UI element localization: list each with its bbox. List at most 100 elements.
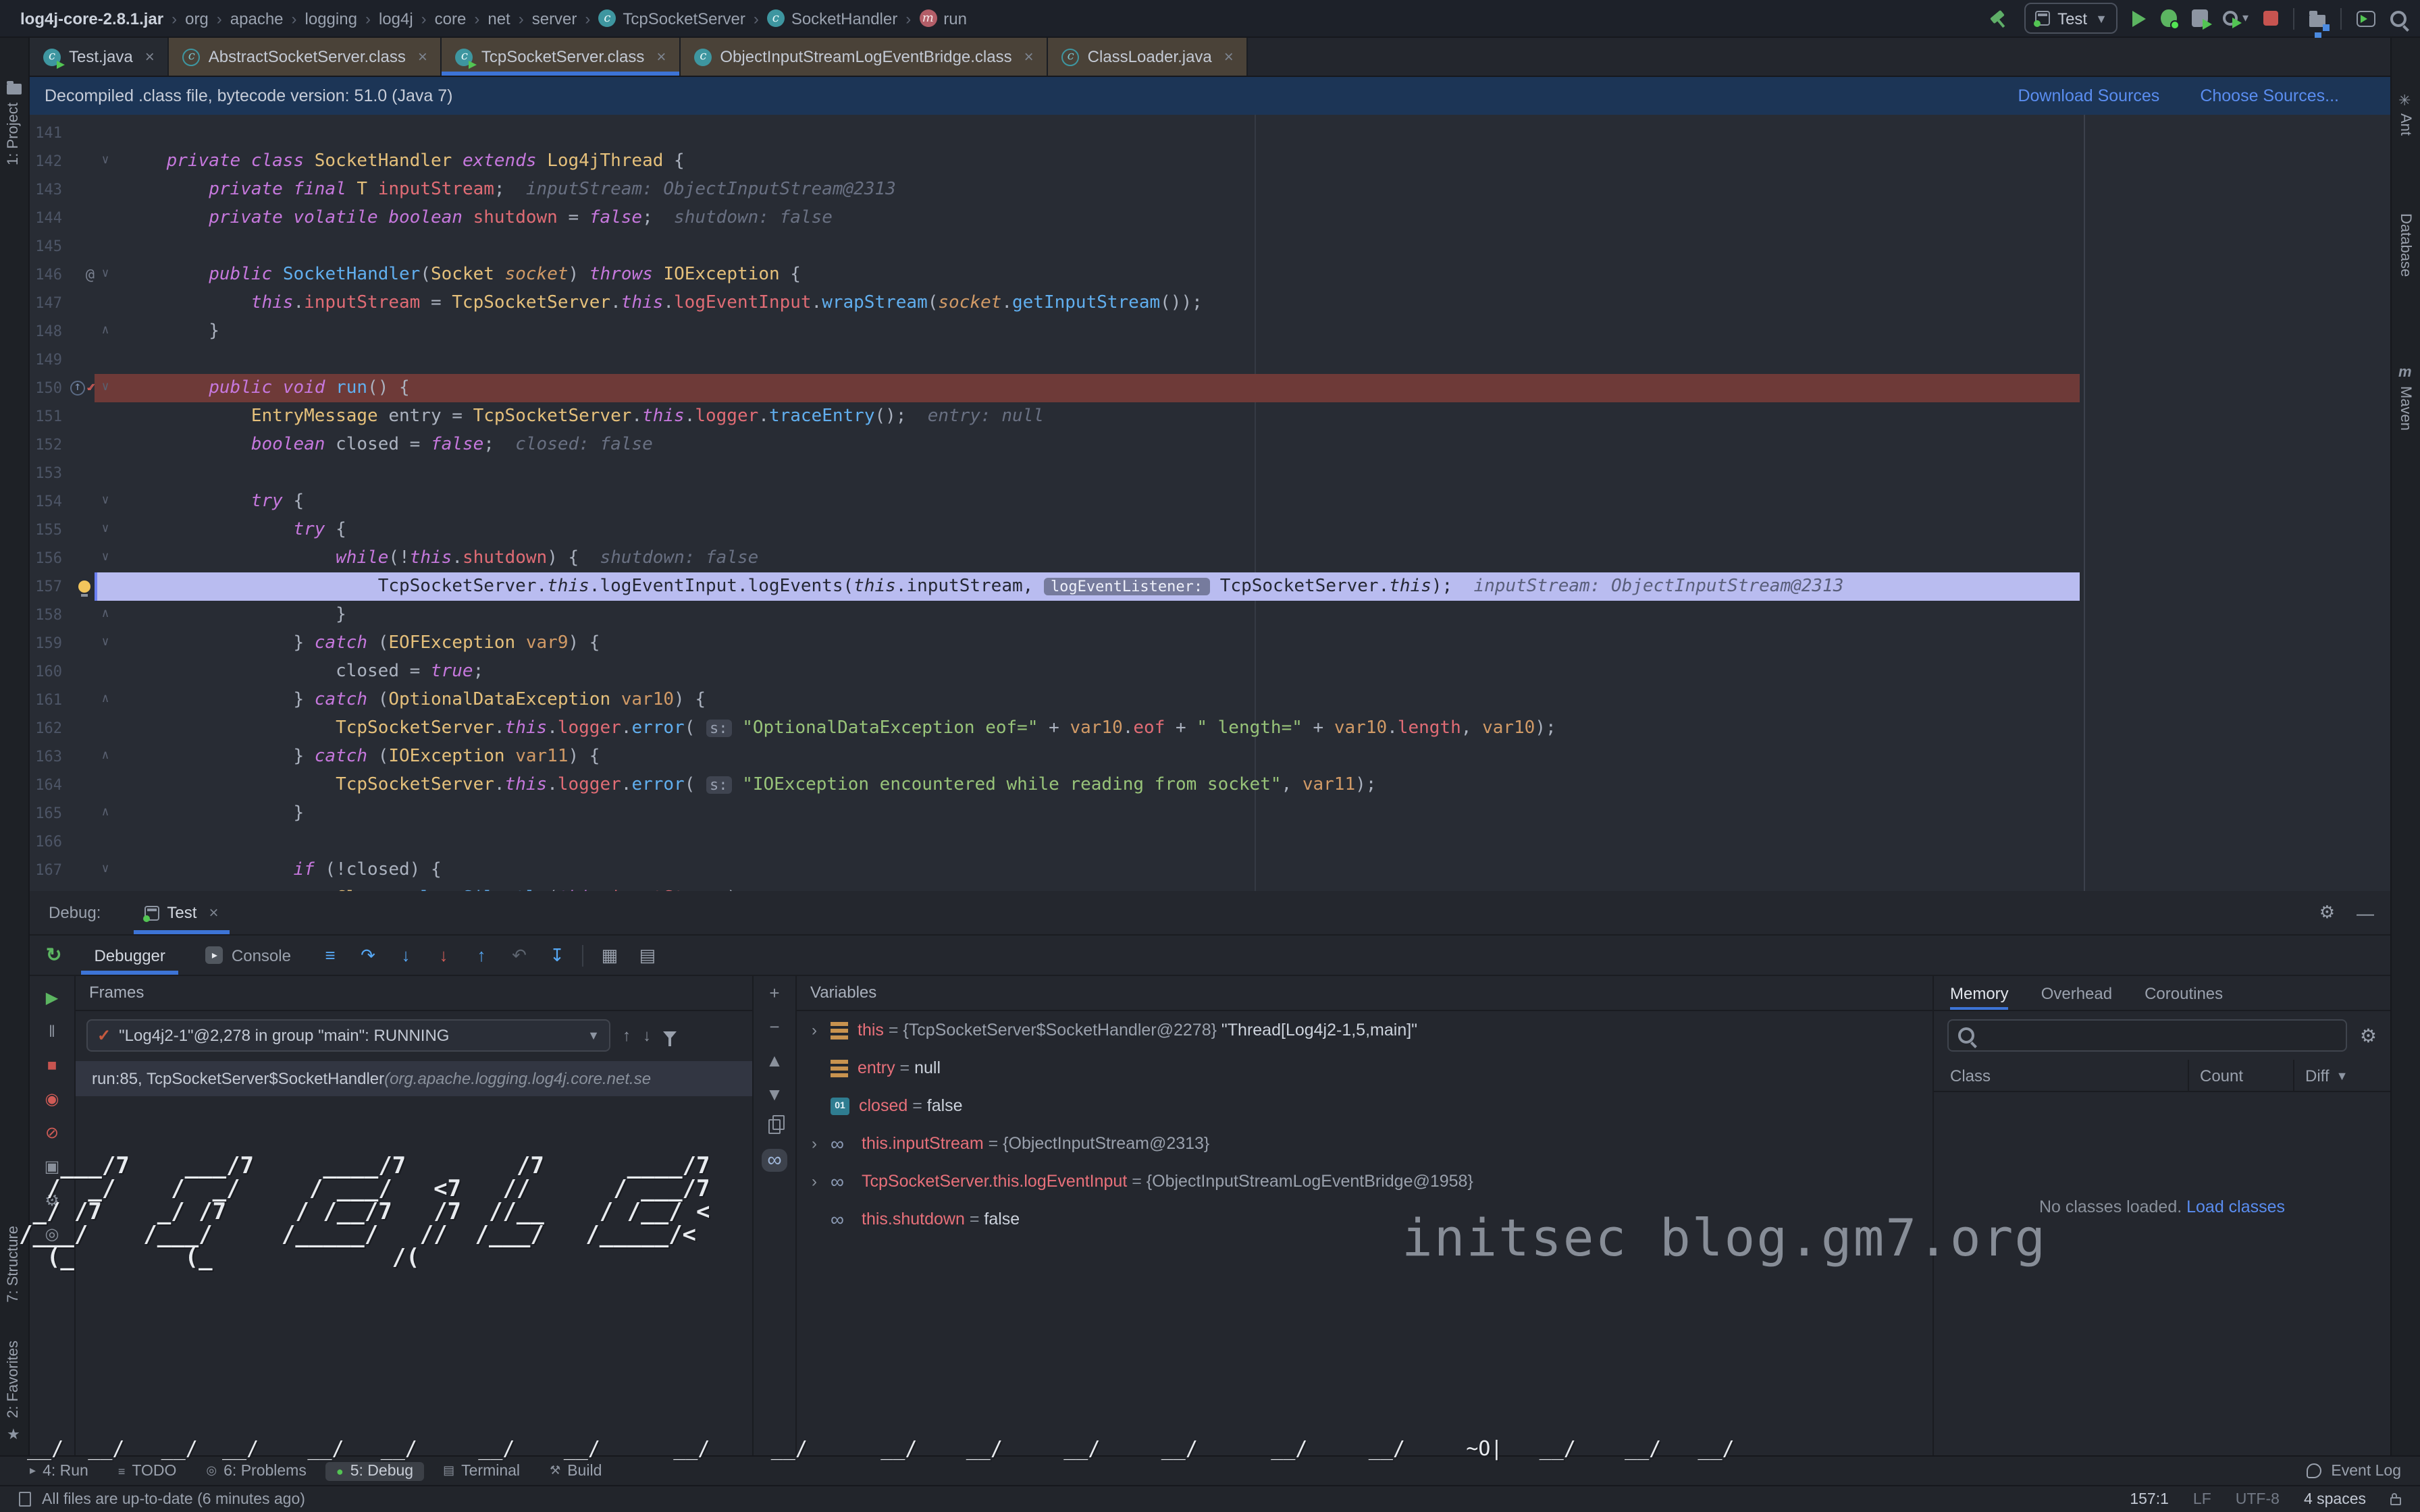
sidebar-item-project[interactable]: 1: Project [5, 103, 22, 165]
editor-tab[interactable]: cClassLoader.java× [1049, 38, 1248, 76]
run-with-coverage-button[interactable] [2192, 9, 2209, 27]
code-text-area[interactable]: TcpSocketServer.this.logger.error( s: "I… [116, 771, 2390, 799]
debug-session-tab[interactable]: Test × [133, 891, 229, 934]
breadcrumb-class[interactable]: cTcpSocketServer [598, 9, 745, 28]
fold-icon[interactable]: ∨ [95, 629, 116, 657]
fold-icon[interactable]: ∧ [95, 317, 116, 346]
sidebar-item-database[interactable]: Database [2397, 213, 2413, 277]
move-watch-down-button[interactable]: ▼ [766, 1085, 783, 1104]
thread-selector[interactable]: ✓ "Log4j2-1"@2,278 in group "main": RUNN… [86, 1019, 610, 1052]
force-step-into-button[interactable]: ↓ [431, 945, 456, 965]
tab-console[interactable]: ▸Console [192, 936, 305, 975]
variable-row[interactable]: entry = null [797, 1049, 1932, 1087]
expand-icon[interactable]: › [808, 1134, 821, 1153]
code-text-area[interactable]: } catch (IOException var11) { [116, 742, 2390, 771]
choose-sources-link[interactable]: Choose Sources... [2200, 86, 2339, 105]
code-text-area[interactable]: try { [116, 516, 2390, 544]
show-watches-button[interactable]: ∞ [762, 1149, 787, 1172]
toolwindow-button[interactable]: ≡TODO [107, 1461, 188, 1480]
code-text-area[interactable] [116, 232, 2390, 261]
toolwindow-button[interactable]: ⚒Build [539, 1461, 612, 1480]
project-icon[interactable] [7, 84, 22, 94]
previous-frame-button[interactable]: ↑ [623, 1026, 631, 1045]
code-text-area[interactable]: TcpSocketServer.this.logEventInput.logEv… [116, 572, 2390, 601]
editor-tab[interactable]: cAbstractSocketServer.class× [169, 38, 442, 76]
project-structure-icon[interactable] [2309, 14, 2325, 26]
breadcrumb-item[interactable]: server [532, 9, 577, 28]
intention-bulb-icon[interactable] [78, 580, 90, 593]
sidebar-item-structure[interactable]: 7: Structure [5, 1226, 22, 1303]
variable-row[interactable]: ›∞TcpSocketServer.this.logEventInput = {… [797, 1162, 1932, 1200]
code-text-area[interactable]: this.inputStream = TcpSocketServer.this.… [116, 289, 2390, 317]
code-text-area[interactable]: while(!this.shutdown) { shutdown: false [116, 544, 2390, 572]
code-text-area[interactable]: private volatile boolean shutdown = fals… [116, 204, 2390, 232]
breadcrumb-class[interactable]: cSocketHandler [767, 9, 897, 28]
indent-setting[interactable]: 4 spaces [2304, 1491, 2366, 1507]
breadcrumb-item[interactable]: core [435, 9, 467, 28]
overrides-icon[interactable]: ↑ [70, 381, 85, 396]
resume-button[interactable]: ▶ [46, 990, 58, 1006]
step-into-button[interactable]: ↓ [394, 945, 418, 965]
code-text-area[interactable] [116, 119, 2390, 147]
code-text-area[interactable] [116, 346, 2390, 374]
profiler-button[interactable] [2224, 11, 2238, 26]
rerun-icon[interactable]: ↻ [46, 944, 61, 967]
step-out-button[interactable]: ↑ [469, 945, 494, 965]
run-anything-icon[interactable] [2357, 10, 2375, 26]
code-text-area[interactable] [116, 459, 2390, 487]
add-watch-button[interactable]: + [769, 984, 779, 1003]
toolwindow-button[interactable]: ◎6: Problems [195, 1461, 317, 1480]
variable-row[interactable]: ›this = {TcpSocketServer$SocketHandler@2… [797, 1011, 1932, 1049]
code-text-area[interactable]: } catch (OptionalDataException var10) { [116, 686, 2390, 714]
show-execution-point-button[interactable]: ≡ [318, 945, 342, 965]
remove-watch-button[interactable]: − [769, 1018, 779, 1037]
breadcrumb-jar[interactable]: log4j-core-2.8.1.jar [20, 9, 163, 28]
close-icon[interactable]: × [656, 47, 666, 66]
column-diff[interactable]: Diff▼ [2293, 1060, 2390, 1091]
tab-coroutines[interactable]: Coroutines [2145, 976, 2223, 1010]
mute-breakpoints-button[interactable]: ⊘ [45, 1125, 59, 1141]
next-frame-button[interactable]: ↓ [643, 1026, 651, 1045]
debug-button[interactable] [2161, 9, 2178, 27]
fold-icon[interactable]: ∧ [95, 742, 116, 771]
hide-icon[interactable]: — [2357, 902, 2374, 923]
caret-position[interactable]: 157:1 [2130, 1491, 2169, 1507]
build-hammer-icon[interactable] [1987, 7, 2009, 29]
screenshot-button[interactable]: ▣ [45, 1158, 60, 1174]
chevron-down-icon[interactable]: ▾ [2242, 11, 2248, 26]
fold-icon[interactable]: ∨ [95, 544, 116, 572]
editor-tab[interactable]: cTest.java× [30, 38, 169, 76]
fold-icon[interactable]: ∧ [95, 686, 116, 714]
step-over-button[interactable]: ↷ [356, 944, 380, 966]
toolwindow-button[interactable]: ▤Terminal [432, 1461, 531, 1480]
variable-row[interactable]: 01closed = false [797, 1087, 1932, 1125]
close-icon[interactable]: × [1224, 47, 1234, 66]
breadcrumb-item[interactable]: net [488, 9, 510, 28]
layout-settings-button[interactable]: ▤ [635, 944, 660, 966]
close-icon[interactable]: × [209, 903, 218, 922]
settings-button[interactable]: ⚙ [45, 1192, 59, 1208]
stop-button[interactable] [2263, 11, 2278, 26]
code-editor[interactable]: 141 142∨ private class SocketHandler ext… [30, 115, 2390, 891]
tab-overhead[interactable]: Overhead [2041, 976, 2112, 1010]
code-text-area[interactable]: if (!closed) { [116, 856, 2390, 884]
file-encoding[interactable]: UTF-8 [2236, 1491, 2280, 1507]
run-configuration-selector[interactable]: Test ▼ [2024, 3, 2118, 34]
tab-memory[interactable]: Memory [1950, 976, 2009, 1010]
toolwindow-button[interactable]: ●5: Debug [325, 1461, 424, 1480]
fold-icon[interactable]: ∨ [95, 374, 116, 402]
view-breakpoints-button[interactable]: ◉ [45, 1091, 59, 1107]
lock-icon[interactable] [2390, 1496, 2401, 1505]
gear-icon[interactable]: ⚙ [2360, 1024, 2377, 1047]
run-to-cursor-button[interactable]: ↧ [545, 944, 569, 966]
stack-frame-row[interactable]: run:85, TcpSocketServer$SocketHandler (o… [76, 1061, 752, 1096]
run-button[interactable] [2133, 10, 2147, 26]
close-icon[interactable]: × [145, 47, 155, 66]
code-text-area[interactable]: private final T inputStream; inputStream… [116, 176, 2390, 204]
variable-row[interactable]: ›∞this.inputStream = {ObjectInputStream@… [797, 1125, 1932, 1162]
tab-debugger[interactable]: Debugger [80, 936, 178, 975]
code-text-area[interactable]: } [116, 601, 2390, 629]
fold-icon[interactable]: ∨ [95, 261, 116, 289]
download-sources-link[interactable]: Download Sources [2018, 86, 2159, 105]
breadcrumb-item[interactable]: logging [305, 9, 357, 28]
